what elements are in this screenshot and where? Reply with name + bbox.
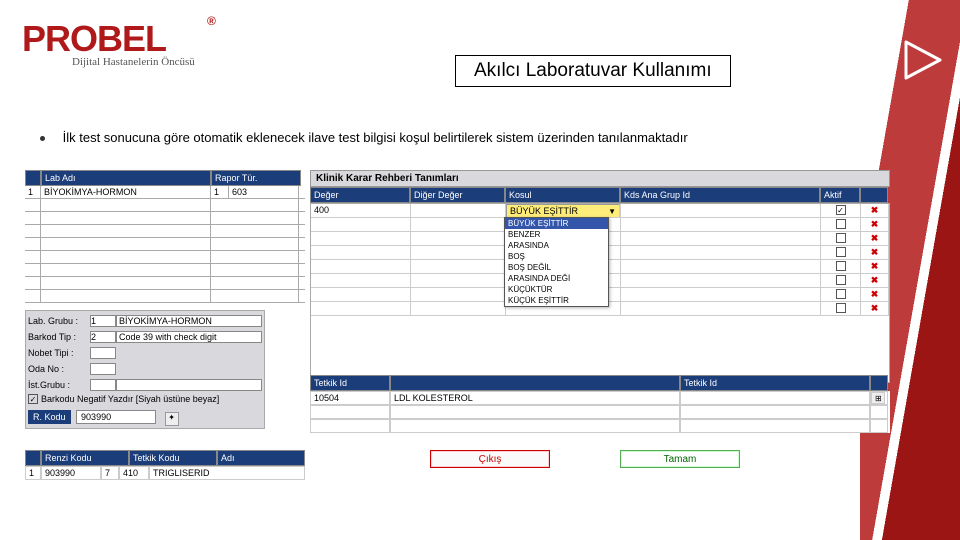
dropdown-option[interactable]: BENZER bbox=[505, 229, 608, 240]
label-ist-grubu: İst.Grubu : bbox=[28, 380, 90, 390]
cell-kosul[interactable]: BÜYÜK EŞİTTİR ▼ bbox=[506, 204, 621, 218]
brand-name: PROBEL bbox=[22, 18, 195, 60]
col-diger-deger: Diğer Değer bbox=[410, 187, 505, 203]
col-tetkik-id-1: Tetkik Id bbox=[310, 375, 390, 391]
table-row[interactable] bbox=[25, 264, 305, 277]
rules-table-body: 400 BÜYÜK EŞİTTİR ▼ ✖ ✖ ✖ ✖ ✖ ✖ ✖ ✖ bbox=[310, 203, 890, 383]
page-title: Akılcı Laboratuvar Kullanımı bbox=[455, 55, 731, 87]
dropdown-option[interactable]: ARASINDA bbox=[505, 240, 608, 251]
play-icon bbox=[900, 38, 944, 82]
rt1: 1 bbox=[211, 186, 229, 198]
cell-deger[interactable]: 400 bbox=[311, 204, 411, 218]
col-tetkik-name bbox=[390, 375, 680, 391]
tetkik-name: LDL KOLESTEROL bbox=[390, 391, 680, 405]
col-lab-adi: Lab Adı bbox=[41, 170, 211, 186]
col-kosul: Kosul bbox=[505, 187, 620, 203]
lab-table-row[interactable]: 1 BİYOKİMYA-HORMON 1 603 bbox=[25, 186, 305, 199]
col-aktif: Aktif bbox=[820, 187, 860, 203]
table-row[interactable] bbox=[25, 277, 305, 290]
kosul-dropdown[interactable]: BÜYÜK EŞİTTİR BENZER ARASINDA BOŞ BOŞ DE… bbox=[504, 217, 609, 307]
bullet-icon bbox=[40, 136, 45, 141]
dropdown-option[interactable]: KÜÇÜK EŞİTTİR bbox=[505, 295, 608, 306]
wand-icon[interactable]: ✦ bbox=[165, 412, 179, 426]
tetkik-id: 10504 bbox=[310, 391, 390, 405]
label-rkodu: R. Kodu bbox=[28, 410, 71, 424]
cell-kds[interactable] bbox=[621, 204, 821, 218]
label-nobet: Nobet Tipi : bbox=[28, 348, 90, 358]
table-row[interactable]: 1 903990 7 410 TRIGLISERID bbox=[25, 466, 305, 480]
cell-diger-deger[interactable] bbox=[411, 204, 506, 218]
left-pane: Lab Adı Rapor Tür. 1 BİYOKİMYA-HORMON 1 … bbox=[25, 170, 305, 303]
input-barkod-text[interactable] bbox=[116, 331, 262, 343]
input-ist-grubu-text[interactable] bbox=[116, 379, 262, 391]
table-row[interactable] bbox=[25, 212, 305, 225]
checkbox-label: Barkodu Negatif Yazdır [Siyah üstüne bey… bbox=[41, 394, 219, 404]
lookup-icon[interactable]: ⊞ bbox=[871, 392, 885, 404]
app-window: Lab Adı Rapor Tür. 1 BİYOKİMYA-HORMON 1 … bbox=[25, 170, 895, 490]
description-bullet: İlk test sonucuna göre otomatik eklenece… bbox=[40, 130, 688, 145]
chevron-down-icon[interactable]: ▼ bbox=[608, 207, 616, 216]
row-num: 1 bbox=[25, 186, 41, 198]
col-tetkik-kodu: Tetkik Kodu bbox=[129, 450, 217, 466]
brand-tagline: Dijital Hastanelerin Öncüsü bbox=[72, 56, 195, 68]
input-ist-grubu[interactable] bbox=[90, 379, 116, 391]
input-lab-grubu-num[interactable] bbox=[90, 315, 116, 327]
input-nobet[interactable] bbox=[90, 347, 116, 359]
dropdown-option[interactable]: ARASINDA DEĞİ bbox=[505, 273, 608, 284]
table-row[interactable] bbox=[25, 290, 305, 303]
tamam-button[interactable]: Tamam bbox=[620, 450, 740, 468]
value-rkodu[interactable]: 903990 bbox=[76, 410, 156, 424]
lab-detail-form: Lab. Grubu : Barkod Tip : Nobet Tipi : O… bbox=[25, 310, 265, 429]
table-row[interactable] bbox=[25, 251, 305, 264]
panel-title: Klinik Karar Rehberi Tanımları bbox=[310, 170, 890, 187]
button-bar: Çıkış Tamam bbox=[430, 450, 740, 468]
col-tetkik-id-2: Tetkik Id bbox=[680, 375, 870, 391]
label-oda: Oda No : bbox=[28, 364, 90, 374]
tetkik-panel: Tetkik Id Tetkik Id 10504 LDL KOLESTEROL… bbox=[310, 375, 890, 433]
table-row[interactable] bbox=[25, 199, 305, 212]
input-oda[interactable] bbox=[90, 363, 116, 375]
dropdown-option[interactable]: BOŞ bbox=[505, 251, 608, 262]
input-barkod-num[interactable] bbox=[90, 331, 116, 343]
cikis-button[interactable]: Çıkış bbox=[430, 450, 550, 468]
bullet-text: İlk test sonucuna göre otomatik eklenece… bbox=[63, 130, 688, 145]
col-kds-ana-grup: Kds Ana Grup Id bbox=[620, 187, 820, 203]
table-row[interactable]: 10504 LDL KOLESTEROL ⊞ bbox=[310, 391, 890, 405]
table-row[interactable] bbox=[25, 225, 305, 238]
dropdown-option[interactable]: BÜYÜK EŞİTTİR bbox=[505, 218, 608, 229]
table-row[interactable] bbox=[25, 238, 305, 251]
brand-logo: PROBEL ® Dijital Hastanelerin Öncüsü bbox=[22, 18, 195, 68]
label-barkod-tip: Barkod Tip : bbox=[28, 332, 90, 342]
input-lab-grubu-text[interactable] bbox=[116, 315, 262, 327]
col-renzi-kodu: Renzi Kodu bbox=[41, 450, 129, 466]
lab-table-header: Lab Adı Rapor Tür. bbox=[25, 170, 305, 186]
rules-table-header: Değer Diğer Değer Kosul Kds Ana Grup Id … bbox=[310, 187, 890, 203]
brand-reg: ® bbox=[207, 14, 216, 28]
table-row[interactable] bbox=[310, 419, 890, 433]
cell-aktif[interactable] bbox=[821, 204, 861, 218]
delete-icon[interactable]: ✖ bbox=[861, 204, 889, 218]
table-row[interactable] bbox=[310, 405, 890, 419]
col-deger: Değer bbox=[310, 187, 410, 203]
dropdown-option[interactable]: KÜÇÜKTÜR bbox=[505, 284, 608, 295]
table-row[interactable]: 400 BÜYÜK EŞİTTİR ▼ ✖ bbox=[311, 204, 889, 218]
col-adi: Adı bbox=[217, 450, 305, 466]
rt2: 603 bbox=[229, 186, 299, 198]
label-lab-grubu: Lab. Grubu : bbox=[28, 316, 90, 326]
checkbox-barkod-negatif[interactable]: ✓ bbox=[28, 394, 38, 404]
dropdown-option[interactable]: BOŞ DEĞİL bbox=[505, 262, 608, 273]
right-pane: Klinik Karar Rehberi Tanımları Değer Diğ… bbox=[310, 170, 890, 383]
tetkik-subtable: Renzi Kodu Tetkik Kodu Adı 1 903990 7 41… bbox=[25, 450, 305, 480]
col-rapor-tur: Rapor Tür. bbox=[211, 170, 301, 186]
lab-name: BİYOKİMYA-HORMON bbox=[41, 186, 211, 198]
